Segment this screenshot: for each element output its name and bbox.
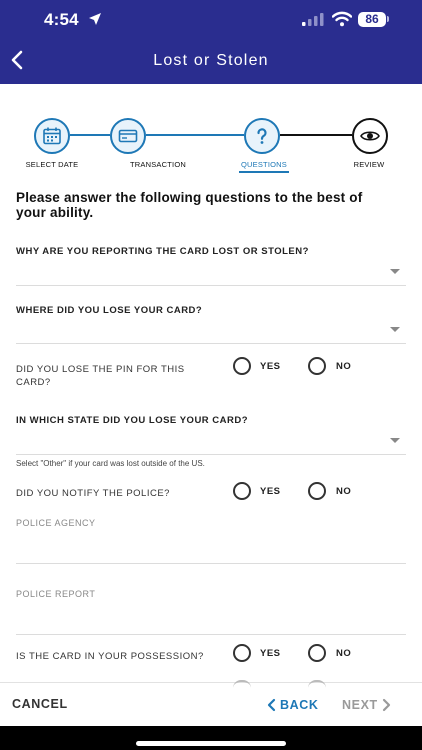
home-strip: [0, 726, 422, 750]
question-state: IN WHICH STATE DID YOU LOSE YOUR CARD?: [16, 415, 249, 426]
calendar-icon: [43, 127, 61, 145]
battery-tip: [387, 16, 389, 22]
state-hint: Select "Other" if your card was lost out…: [16, 459, 205, 468]
pin-yes-label: YES: [260, 361, 281, 372]
step-label-questions: QUESTIONS: [241, 160, 287, 169]
card-icon: [118, 129, 138, 143]
step-questions[interactable]: [244, 118, 280, 154]
chevron-left-icon: [267, 698, 276, 712]
back-button[interactable]: BACK: [266, 696, 319, 714]
eye-icon: [360, 131, 380, 141]
field-divider: [16, 454, 406, 455]
question-icon: [257, 128, 267, 144]
stepper-line: [146, 134, 244, 136]
partial-radio: [233, 680, 251, 688]
step-review[interactable]: [352, 118, 388, 154]
police-yes-label: YES: [260, 486, 281, 497]
field-divider: [16, 563, 406, 564]
chevron-down-icon: [390, 438, 400, 443]
step-label-review: REVIEW: [353, 160, 385, 169]
status-bar: 4:54 86: [0, 0, 422, 40]
field-divider: [16, 634, 406, 635]
stepper-line: [70, 134, 110, 136]
police-yes-radio[interactable]: [233, 482, 251, 500]
police-agency-input[interactable]: POLICE AGENCY: [16, 518, 406, 562]
step-transaction[interactable]: [110, 118, 146, 154]
next-button-label: NEXT: [342, 698, 378, 712]
question-where: WHERE DID YOU LOSE YOUR CARD?: [16, 305, 203, 316]
form-intro: Please answer the following questions to…: [16, 190, 363, 220]
pin-yes-radio[interactable]: [233, 357, 251, 375]
page-title: Lost or Stolen: [153, 52, 269, 69]
cancel-button[interactable]: CANCEL: [12, 697, 68, 711]
possession-yes-label: YES: [260, 648, 281, 659]
stepper-line: [280, 134, 352, 136]
chevron-right-icon: [382, 698, 390, 712]
question-possession: IS THE CARD IN YOUR POSSESSION?: [16, 651, 204, 662]
next-button[interactable]: NEXT: [342, 696, 392, 714]
chevron-down-icon: [390, 327, 400, 332]
signal-icon: [302, 13, 324, 26]
status-time: 4:54: [44, 10, 79, 29]
home-indicator[interactable]: [136, 741, 286, 746]
question-pin: DID YOU LOSE THE PIN FOR THIS CARD?: [16, 364, 185, 388]
pin-no-radio[interactable]: [308, 357, 326, 375]
back-button-label: BACK: [280, 698, 319, 712]
location-arrow-icon: [89, 13, 101, 25]
possession-no-radio[interactable]: [308, 644, 326, 662]
possession-no-label: NO: [336, 648, 352, 659]
wifi-icon: [332, 11, 352, 27]
app-header: 4:54 86 Lost or Stolen: [0, 0, 422, 84]
footer-bar: CANCEL BACK NEXT: [0, 682, 422, 726]
active-step-indicator: [239, 171, 289, 173]
step-label-select-date: SELECT DATE: [25, 160, 79, 169]
police-report-input[interactable]: POLICE REPORT: [16, 589, 406, 633]
where-dropdown[interactable]: [16, 316, 406, 344]
why-dropdown[interactable]: [16, 258, 406, 286]
field-divider: [16, 285, 406, 286]
step-select-date[interactable]: [34, 118, 70, 154]
chevron-down-icon: [390, 269, 400, 274]
question-why: WHY ARE YOU REPORTING THE CARD LOST OR S…: [16, 246, 309, 257]
question-police: DID YOU NOTIFY THE POLICE?: [16, 488, 170, 499]
police-no-label: NO: [336, 486, 352, 497]
field-divider: [16, 343, 406, 344]
state-dropdown[interactable]: [16, 427, 406, 455]
possession-yes-radio[interactable]: [233, 644, 251, 662]
step-label-transaction: TRANSACTION: [130, 160, 186, 169]
pin-no-label: NO: [336, 361, 352, 372]
partial-radio: [308, 680, 326, 688]
battery-indicator: 86: [358, 12, 386, 27]
police-no-radio[interactable]: [308, 482, 326, 500]
